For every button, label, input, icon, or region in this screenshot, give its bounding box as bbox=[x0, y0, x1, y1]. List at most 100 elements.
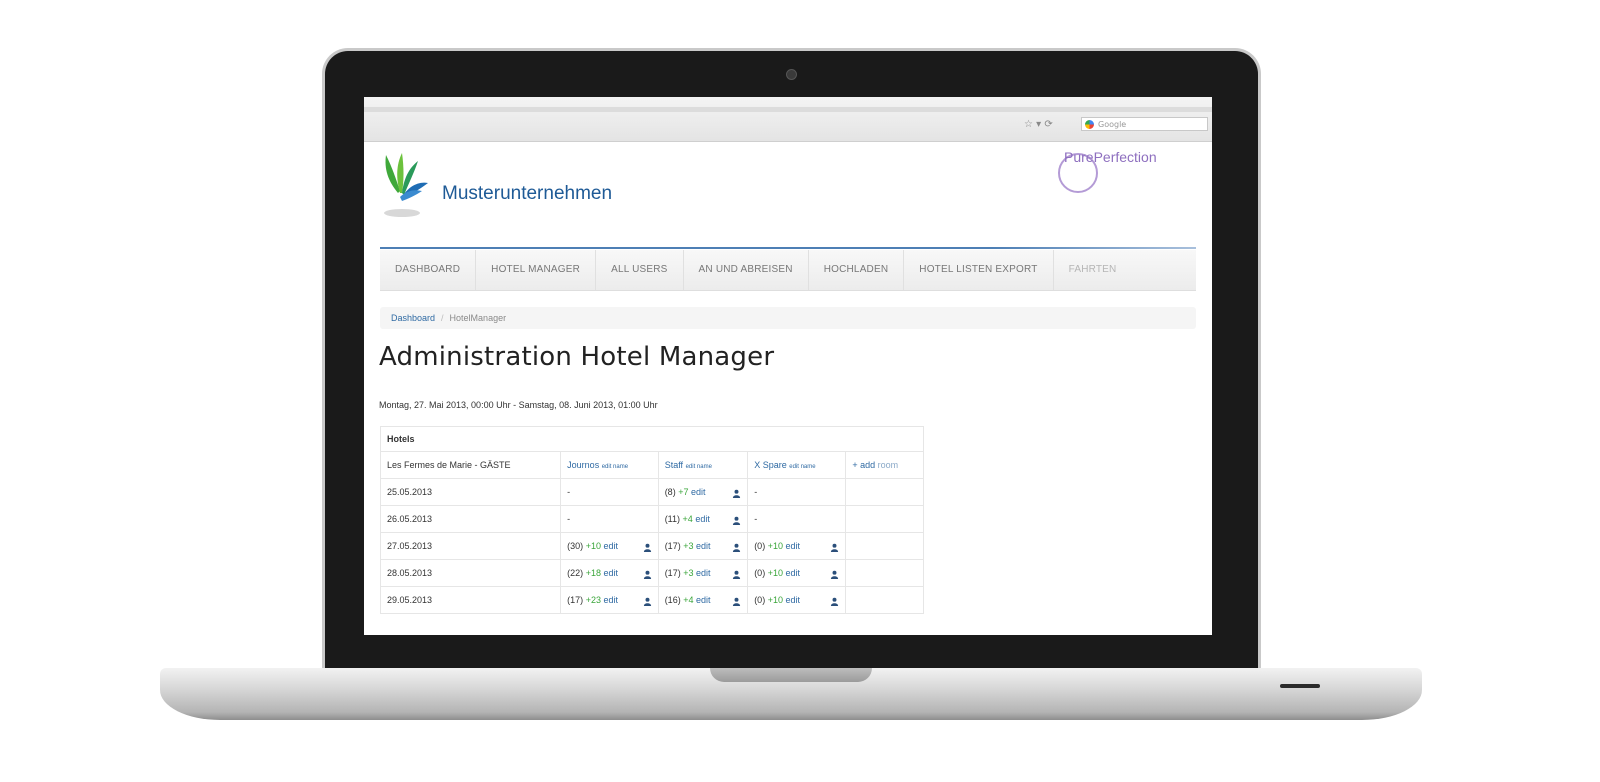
person-icon[interactable] bbox=[732, 489, 741, 498]
room-cell: (11) +4 edit bbox=[657, 505, 749, 533]
nav-item-hochladen[interactable]: HOCHLADEN bbox=[809, 250, 905, 290]
column-name-journos[interactable]: Journos bbox=[567, 460, 599, 470]
column-header-journos: Journos edit name bbox=[560, 451, 659, 479]
add-count[interactable]: +10 bbox=[768, 541, 783, 551]
table-row: 28.05.2013 (22) +18 edit (17) +3 edit (0) +… bbox=[379, 559, 924, 587]
empty-cell bbox=[845, 586, 924, 614]
add-count[interactable]: +4 bbox=[683, 595, 693, 605]
row-date: 27.05.2013 bbox=[379, 532, 562, 560]
edit-link[interactable]: edit bbox=[695, 514, 710, 524]
breadcrumb-current: HotelManager bbox=[449, 313, 507, 323]
add-count[interactable]: +3 bbox=[683, 541, 693, 551]
room-count: (8) bbox=[664, 486, 676, 497]
empty-value: - bbox=[754, 514, 758, 524]
nav-item-hotel-manager[interactable]: HOTEL MANAGER bbox=[476, 250, 597, 290]
column-header-staff: Staff edit name bbox=[657, 451, 749, 479]
company-name: Musterunternehmen bbox=[442, 183, 613, 204]
person-icon[interactable] bbox=[830, 570, 839, 579]
empty-value: - bbox=[754, 487, 758, 497]
table-row: 25.05.2013- (8) +7 edit - bbox=[379, 478, 924, 506]
room-count: (17) bbox=[664, 567, 681, 578]
camera-icon bbox=[786, 69, 797, 80]
empty-value: - bbox=[567, 514, 571, 524]
date-range: Montag, 27. Mai 2013, 00:00 Uhr - Samsta… bbox=[379, 400, 658, 410]
room-cell: (17) +3 edit bbox=[657, 559, 749, 587]
edit-link[interactable]: edit bbox=[604, 541, 619, 551]
room-count: (22) bbox=[567, 567, 584, 578]
person-icon[interactable] bbox=[732, 516, 741, 525]
column-name-x-spare[interactable]: X Spare bbox=[754, 460, 787, 470]
person-icon[interactable] bbox=[643, 543, 652, 552]
edit-link[interactable]: edit bbox=[691, 487, 706, 497]
row-date: 29.05.2013 bbox=[379, 586, 562, 614]
room-cell: (30) +10 edit bbox=[560, 532, 659, 560]
person-icon[interactable] bbox=[643, 597, 652, 606]
add-count[interactable]: +3 bbox=[683, 568, 693, 578]
room-cell: (22) +18 edit bbox=[560, 559, 659, 587]
column-name-staff[interactable]: Staff bbox=[665, 460, 683, 470]
table-row: 26.05.2013- (11) +4 edit - bbox=[379, 505, 924, 533]
edit-name-link[interactable]: edit name bbox=[602, 464, 628, 470]
browser-nav-icons[interactable]: ☆ ▾ ⟳ bbox=[1024, 119, 1053, 130]
browser-toolbar: ☆ ▾ ⟳ Google bbox=[364, 97, 1212, 142]
edit-link[interactable]: edit bbox=[604, 595, 619, 605]
add-room-button[interactable]: + add room bbox=[845, 451, 924, 479]
room-count: (30) bbox=[567, 540, 584, 551]
add-count[interactable]: +10 bbox=[768, 595, 783, 605]
table-caption-row: Hotels bbox=[380, 426, 924, 452]
empty-value: - bbox=[567, 487, 571, 497]
table-row: 29.05.2013 (17) +23 edit (16) +4 edit (0) +… bbox=[379, 586, 924, 614]
room-cell: (8) +7 edit bbox=[657, 478, 749, 506]
room-count: (11) bbox=[664, 513, 681, 524]
add-count[interactable]: +23 bbox=[586, 595, 601, 605]
empty-cell bbox=[845, 559, 924, 587]
room-cell: (16) +4 edit bbox=[657, 586, 749, 614]
edit-link[interactable]: edit bbox=[696, 568, 711, 578]
edit-link[interactable]: edit bbox=[786, 568, 801, 578]
edit-link[interactable]: edit bbox=[696, 541, 711, 551]
nav-item-hotel-listen-export[interactable]: HOTEL LISTEN EXPORT bbox=[904, 250, 1054, 290]
edit-link[interactable]: edit bbox=[696, 595, 711, 605]
room-count: (0) bbox=[754, 567, 766, 578]
room-cell: - bbox=[560, 478, 659, 506]
nav-item-fahrten[interactable]: FAHRTEN bbox=[1054, 250, 1132, 290]
partner-logo-text: PurePerfection bbox=[1064, 149, 1157, 165]
room-count: (17) bbox=[567, 594, 584, 605]
edit-link[interactable]: edit bbox=[786, 541, 801, 551]
edit-link[interactable]: edit bbox=[604, 568, 619, 578]
room-cell: (17) +23 edit bbox=[560, 586, 659, 614]
edit-name-link[interactable]: edit name bbox=[789, 464, 815, 470]
row-date: 25.05.2013 bbox=[379, 478, 562, 506]
laptop-port-slot bbox=[1280, 684, 1320, 688]
person-icon[interactable] bbox=[643, 570, 652, 579]
edit-link[interactable]: edit bbox=[786, 595, 801, 605]
add-count[interactable]: +7 bbox=[678, 487, 688, 497]
empty-cell bbox=[845, 532, 924, 560]
nav-item-an-und-abreisen[interactable]: AN UND ABREISEN bbox=[684, 250, 809, 290]
person-icon[interactable] bbox=[732, 570, 741, 579]
add-count[interactable]: +4 bbox=[683, 514, 693, 524]
breadcrumb-dashboard-link[interactable]: Dashboard bbox=[391, 313, 435, 323]
room-count: (17) bbox=[664, 540, 681, 551]
breadcrumb: Dashboard / HotelManager bbox=[380, 307, 1196, 329]
nav-item-all-users[interactable]: ALL USERS bbox=[596, 250, 684, 290]
person-icon[interactable] bbox=[732, 543, 741, 552]
room-cell: - bbox=[747, 478, 847, 506]
add-count[interactable]: +10 bbox=[586, 541, 601, 551]
room-cell: - bbox=[747, 505, 847, 533]
room-cell: (0) +10 edit bbox=[747, 532, 847, 560]
nav-item-dashboard[interactable]: DASHBOARD bbox=[380, 250, 477, 290]
room-count: (0) bbox=[754, 594, 766, 605]
partner-logo: PurePerfection bbox=[1058, 149, 1157, 193]
leaf-logo-icon bbox=[384, 153, 428, 217]
add-count[interactable]: +10 bbox=[768, 568, 783, 578]
laptop-base bbox=[160, 668, 1422, 720]
person-icon[interactable] bbox=[830, 597, 839, 606]
add-count[interactable]: +18 bbox=[586, 568, 601, 578]
table-header-row: Les Fermes de Marie - GÄSTE Journos edit… bbox=[379, 451, 924, 479]
browser-search-placeholder: Google bbox=[1098, 120, 1127, 129]
person-icon[interactable] bbox=[830, 543, 839, 552]
person-icon[interactable] bbox=[732, 597, 741, 606]
edit-name-link[interactable]: edit name bbox=[686, 464, 712, 470]
browser-search-input[interactable]: Google bbox=[1081, 117, 1208, 131]
